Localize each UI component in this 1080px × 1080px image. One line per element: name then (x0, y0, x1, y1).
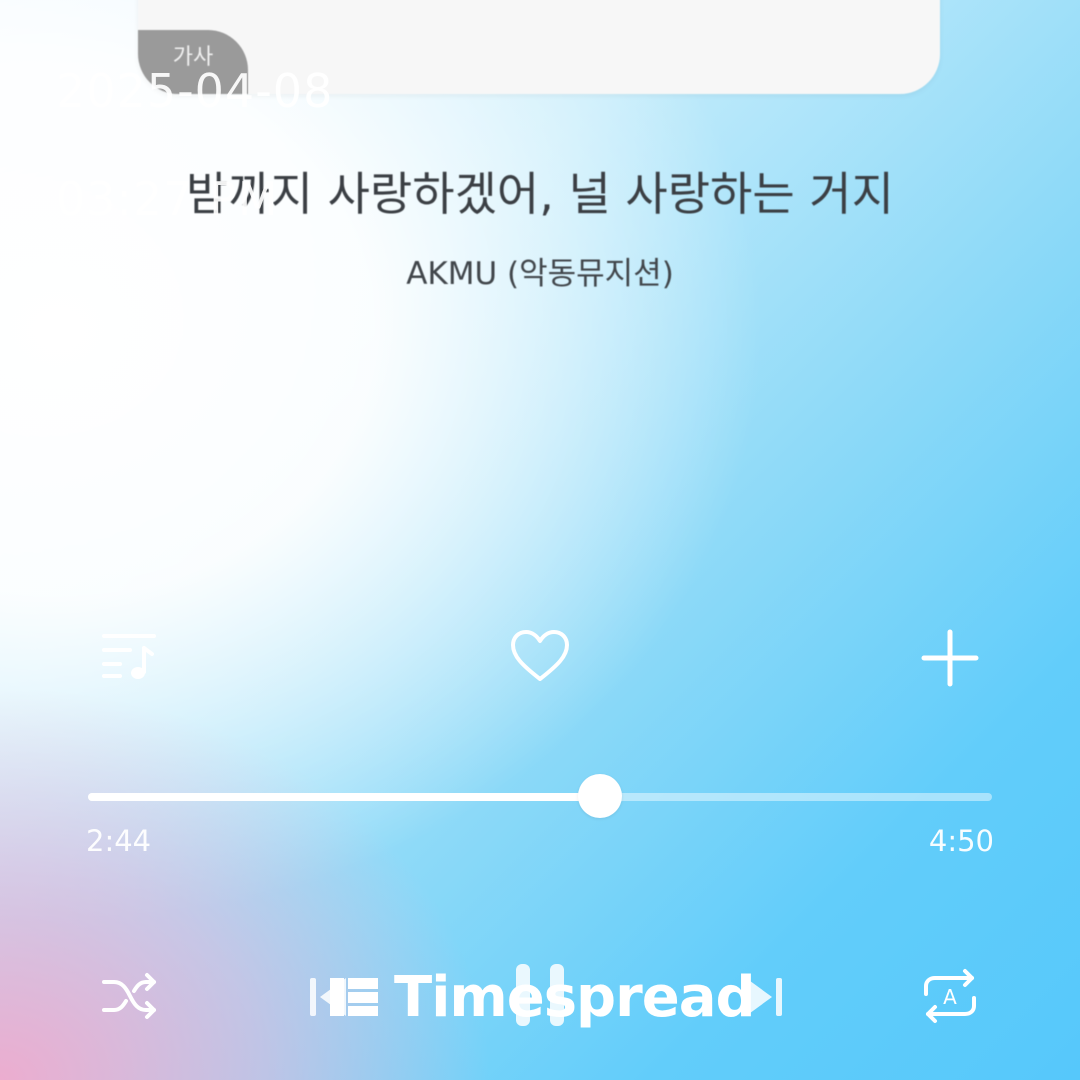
shuffle-icon[interactable] (100, 968, 160, 1024)
playlist-icon[interactable] (100, 628, 160, 684)
timespread-logo-icon (330, 972, 380, 1022)
add-to-playlist-icon[interactable] (920, 628, 980, 688)
progress-fill (88, 793, 600, 801)
timespread-watermark: Timespread (330, 962, 756, 1032)
timespread-watermark-text: Timespread (394, 964, 756, 1030)
svg-text:A: A (943, 985, 957, 1009)
progress-handle[interactable] (577, 774, 622, 818)
overlay-date: 2025-04-08 (56, 64, 334, 118)
overlay-time: 03:27 PM (56, 172, 279, 226)
elapsed-time: 2:44 (86, 824, 152, 858)
artist-name[interactable]: AKMU (악동뮤지션) (0, 248, 1080, 293)
heart-icon[interactable] (508, 628, 572, 684)
progress-bar[interactable] (88, 774, 992, 818)
total-time: 4:50 (928, 824, 994, 858)
repeat-icon[interactable]: A (918, 966, 982, 1026)
